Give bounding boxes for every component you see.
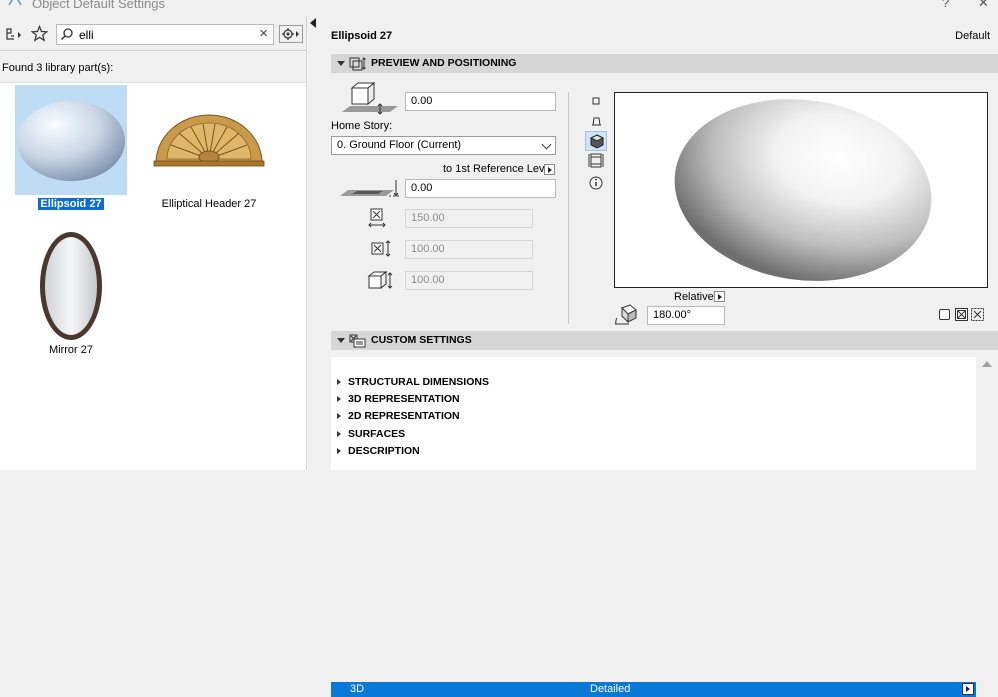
expand-triangle-icon[interactable] xyxy=(337,379,341,385)
width-icon xyxy=(368,208,386,228)
info-button[interactable] xyxy=(585,173,607,193)
close-button[interactable]: ✕ xyxy=(978,0,989,11)
app-icon xyxy=(8,0,22,6)
tree-row-label: 3D REPRESENTATION xyxy=(348,393,460,405)
pane-splitter[interactable] xyxy=(306,16,319,470)
ellipsoid-3d-preview xyxy=(674,99,932,281)
clear-search-icon[interactable]: × xyxy=(259,25,268,42)
mirror-checkbox-icon[interactable] xyxy=(955,308,968,321)
library-item-elliptical-header[interactable]: Elliptical Header 27 xyxy=(146,85,272,210)
width-field: 150.00 xyxy=(405,209,533,228)
tree-row-label: 2D REPRESENTATION xyxy=(348,410,460,422)
search-icon xyxy=(60,28,73,41)
relative-label: Relative xyxy=(674,291,714,303)
default-label: Default xyxy=(955,30,990,42)
library-item-label: Ellipsoid 27 xyxy=(37,197,105,211)
depth-field: 100.00 xyxy=(405,240,533,259)
scroll-up-icon[interactable] xyxy=(982,361,992,367)
tree-row-label: SURFACES xyxy=(348,428,406,440)
parameter-menu-button[interactable] xyxy=(962,683,974,695)
expand-triangle-icon[interactable] xyxy=(337,431,341,437)
divider xyxy=(0,50,306,51)
expand-triangle-icon[interactable] xyxy=(337,396,341,402)
height-icon xyxy=(367,270,393,290)
tree-row-3d-representation[interactable]: 3D REPRESENTATION xyxy=(331,391,976,408)
library-item-label: Mirror 27 xyxy=(48,344,93,356)
ref-level-label: to 1st Reference Level xyxy=(443,163,554,175)
parameter-value: Detailed xyxy=(590,683,631,695)
ref-level-menu-button[interactable] xyxy=(544,164,555,175)
view-elevation-button[interactable] xyxy=(585,151,607,171)
object-elevation-icon xyxy=(342,81,398,115)
tree-row-label: STRUCTURAL DIMENSIONS xyxy=(348,376,489,388)
plan-view-icon xyxy=(592,97,600,105)
results-count: Found 3 library part(s): xyxy=(2,62,114,74)
library-list: Ellipsoid 27 Elliptical Header 27 Mirror… xyxy=(0,82,306,470)
rotation-angle-icon xyxy=(615,304,637,325)
tree-row-label: DESCRIPTION xyxy=(348,445,420,457)
library-item-ellipsoid[interactable]: Ellipsoid 27 xyxy=(8,85,134,211)
chevron-down-icon xyxy=(541,139,552,150)
parameter-key: 3D xyxy=(350,683,365,695)
section-title: PREVIEW AND POSITIONING xyxy=(371,57,517,69)
object-name: Ellipsoid 27 xyxy=(331,30,393,42)
info-icon xyxy=(589,176,603,190)
home-story-dropdown[interactable]: 0. Ground Floor (Current) xyxy=(331,136,556,155)
view-2d-plan-button[interactable] xyxy=(585,92,607,112)
folder-tree-icon[interactable] xyxy=(5,26,25,42)
help-button[interactable]: ? xyxy=(942,0,949,10)
home-story-value: 0. Ground Floor (Current) xyxy=(337,139,462,151)
tree-row-description[interactable]: DESCRIPTION xyxy=(331,443,976,460)
favorites-star-icon[interactable] xyxy=(31,25,48,42)
ref-level-field[interactable]: 0.00 xyxy=(405,179,556,198)
library-item-label: Elliptical Header 27 xyxy=(161,198,257,210)
preview-positioning-icon xyxy=(349,57,366,71)
home-story-label: Home Story: xyxy=(331,120,393,132)
window-title: Object Default Settings xyxy=(32,0,165,11)
depth-icon xyxy=(371,240,391,257)
search-box[interactable]: × xyxy=(56,24,274,45)
section-view-icon xyxy=(592,117,601,126)
collapse-triangle-icon xyxy=(337,61,345,66)
rotation-angle-field[interactable]: 180.00° xyxy=(647,306,725,325)
separator xyxy=(568,92,569,324)
reference-level-icon xyxy=(340,180,399,197)
tree-row-structural-dimensions[interactable]: STRUCTURAL DIMENSIONS xyxy=(331,374,976,391)
settings-gear-icon[interactable] xyxy=(279,25,303,43)
parameter-row-3d[interactable]: 3D Detailed xyxy=(331,682,976,697)
height-field: 100.00 xyxy=(405,271,533,290)
section-preview-positioning[interactable]: PREVIEW AND POSITIONING xyxy=(331,54,998,73)
elevation-field[interactable]: 0.00 xyxy=(405,92,556,111)
custom-settings-rows: 3D Detailed STRUCTURAL DIMENSIONS 3D REP… xyxy=(320,341,998,697)
tree-row-2d-representation[interactable]: 2D REPRESENTATION xyxy=(331,408,976,425)
view-section-button[interactable] xyxy=(585,112,607,132)
ellipsoid-thumbnail xyxy=(15,85,127,195)
mirror-option-icon[interactable] xyxy=(971,308,985,321)
relative-menu-button[interactable] xyxy=(714,291,725,302)
expand-triangle-icon[interactable] xyxy=(337,448,341,454)
search-input[interactable] xyxy=(79,27,249,42)
collapse-arrow-icon[interactable] xyxy=(310,18,316,28)
mirror-off-checkbox[interactable] xyxy=(939,309,950,320)
3d-view-icon xyxy=(589,134,605,149)
elevation-view-icon xyxy=(588,153,604,168)
tree-row-surfaces[interactable]: SURFACES xyxy=(331,426,976,443)
elliptical-header-thumbnail xyxy=(153,85,265,195)
mirror-thumbnail xyxy=(15,231,127,341)
scrollbar[interactable] xyxy=(976,357,998,470)
object-preview[interactable] xyxy=(614,92,988,288)
title-bar: Object Default Settings ? ✕ xyxy=(0,0,998,16)
library-pane: × Found 3 library part(s): xyxy=(0,16,306,470)
view-3d-button[interactable] xyxy=(585,131,607,151)
expand-triangle-icon[interactable] xyxy=(337,413,341,419)
library-item-mirror[interactable]: Mirror 27 xyxy=(8,231,134,356)
